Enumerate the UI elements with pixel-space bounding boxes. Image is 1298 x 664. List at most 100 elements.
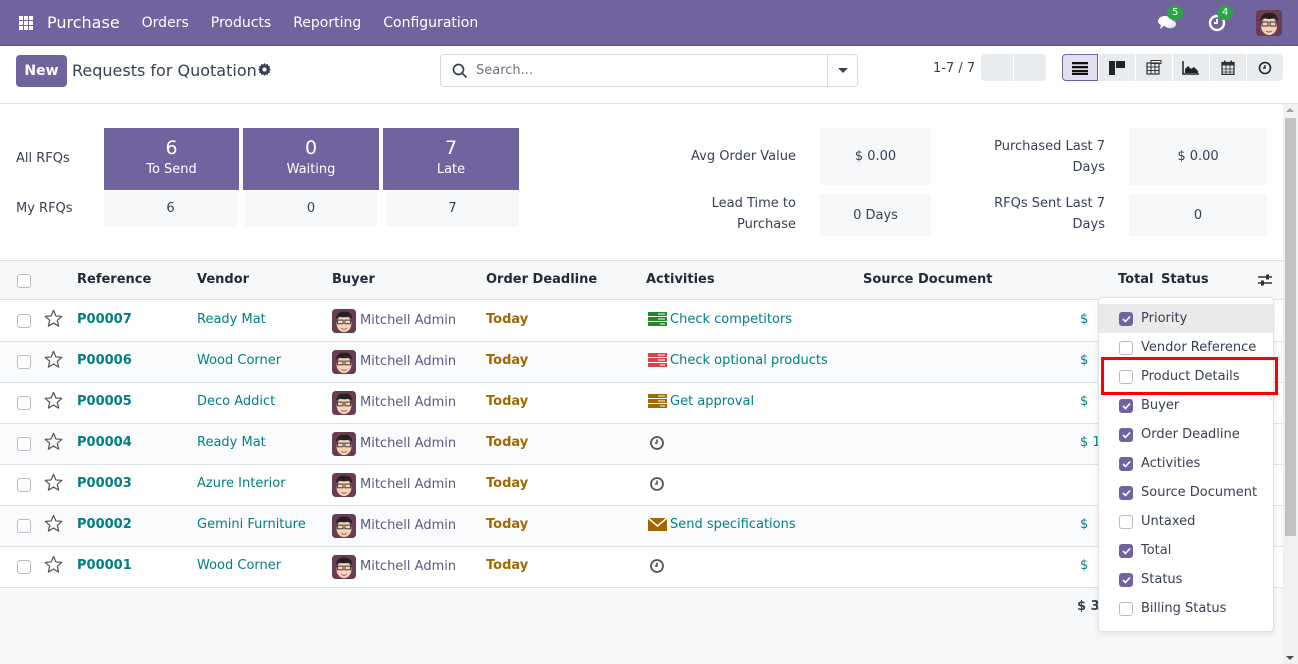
pager-previous-button[interactable] bbox=[981, 54, 1013, 81]
table-row[interactable]: P00004 Ready Mat Mitchell Admin Today $ 1 bbox=[0, 424, 1283, 465]
todo-icon[interactable] bbox=[648, 353, 667, 368]
column-checkbox[interactable] bbox=[1119, 572, 1133, 587]
row-checkbox[interactable] bbox=[17, 314, 31, 328]
buyer[interactable]: Mitchell Admin bbox=[360, 559, 456, 574]
tile-late[interactable]: 7 Late bbox=[383, 128, 519, 190]
column-option-billing-status[interactable]: Billing Status bbox=[1099, 594, 1273, 623]
todo-icon[interactable] bbox=[648, 312, 667, 327]
view-kanban-button[interactable] bbox=[1099, 54, 1135, 81]
column-checkbox[interactable] bbox=[1119, 514, 1133, 529]
view-pivot-button[interactable] bbox=[1136, 54, 1172, 81]
row-checkbox[interactable] bbox=[17, 396, 31, 410]
app-brand[interactable]: Purchase bbox=[47, 13, 120, 32]
column-checkbox[interactable] bbox=[1119, 601, 1133, 616]
reference[interactable]: P00005 bbox=[77, 394, 132, 409]
column-option-total[interactable]: Total bbox=[1099, 536, 1273, 565]
reference[interactable]: P00006 bbox=[77, 353, 132, 368]
table-row[interactable]: P00003 Azure Interior Mitchell Admin Today bbox=[0, 465, 1283, 506]
table-row[interactable]: P00005 Deco Addict Mitchell Admin Today Get … bbox=[0, 383, 1283, 424]
star-icon[interactable] bbox=[44, 473, 63, 492]
column-option-activities[interactable]: Activities bbox=[1099, 449, 1273, 478]
clock-icon[interactable] bbox=[649, 476, 665, 492]
buyer-avatar[interactable] bbox=[332, 473, 356, 497]
activities-button[interactable]: 4 bbox=[1206, 6, 1234, 34]
clock-icon[interactable] bbox=[649, 435, 665, 451]
tile-to-send[interactable]: 6 To Send bbox=[104, 128, 239, 190]
star-icon[interactable] bbox=[44, 309, 63, 328]
buyer-avatar[interactable] bbox=[332, 432, 356, 456]
star-icon[interactable] bbox=[44, 432, 63, 451]
reference[interactable]: P00001 bbox=[77, 558, 132, 573]
buyer-avatar[interactable] bbox=[332, 391, 356, 415]
activity-summary[interactable]: Check competitors bbox=[670, 312, 792, 327]
table-row[interactable]: P00007 Ready Mat Mitchell Admin Today Check … bbox=[0, 301, 1283, 342]
scrollbar-thumb[interactable] bbox=[1285, 118, 1296, 536]
view-graph-button[interactable] bbox=[1173, 54, 1209, 81]
header-reference[interactable]: Reference bbox=[77, 272, 151, 287]
view-activity-button[interactable] bbox=[1247, 54, 1283, 81]
vendor[interactable]: Gemini Furniture bbox=[197, 517, 306, 532]
column-option-buyer[interactable]: Buyer bbox=[1099, 391, 1273, 420]
select-all-checkbox[interactable] bbox=[17, 274, 31, 288]
column-checkbox[interactable] bbox=[1119, 398, 1133, 413]
page-title[interactable]: Requests for Quotation bbox=[72, 61, 257, 80]
table-row[interactable]: P00006 Wood Corner Mitchell Admin Today Chec… bbox=[0, 342, 1283, 383]
todo-icon[interactable] bbox=[648, 394, 667, 409]
buyer[interactable]: Mitchell Admin bbox=[360, 354, 456, 369]
tile-waiting[interactable]: 0 Waiting bbox=[243, 128, 379, 190]
column-checkbox[interactable] bbox=[1119, 543, 1133, 558]
vendor[interactable]: Wood Corner bbox=[197, 558, 281, 573]
row-checkbox[interactable] bbox=[17, 355, 31, 369]
pager-next-button[interactable] bbox=[1014, 54, 1046, 81]
buyer[interactable]: Mitchell Admin bbox=[360, 436, 456, 451]
reference[interactable]: P00003 bbox=[77, 476, 132, 491]
search-input[interactable] bbox=[476, 63, 816, 78]
activity-summary[interactable]: Send specifications bbox=[670, 517, 796, 532]
my-to-send[interactable]: 6 bbox=[104, 191, 237, 227]
view-calendar-button[interactable] bbox=[1210, 54, 1246, 81]
menu-products[interactable]: Products bbox=[211, 15, 271, 31]
pager-value[interactable]: 1-7 / 7 bbox=[933, 61, 975, 76]
star-icon[interactable] bbox=[44, 350, 63, 369]
my-waiting[interactable]: 0 bbox=[245, 191, 377, 227]
column-checkbox[interactable] bbox=[1119, 485, 1133, 500]
buyer[interactable]: Mitchell Admin bbox=[360, 518, 456, 533]
header-vendor[interactable]: Vendor bbox=[197, 272, 249, 287]
column-checkbox[interactable] bbox=[1119, 311, 1133, 326]
user-avatar[interactable] bbox=[1256, 10, 1282, 36]
row-checkbox[interactable] bbox=[17, 437, 31, 451]
column-checkbox[interactable] bbox=[1119, 340, 1133, 355]
vendor[interactable]: Ready Mat bbox=[197, 312, 266, 327]
buyer-avatar[interactable] bbox=[332, 309, 356, 333]
column-checkbox[interactable] bbox=[1119, 427, 1133, 442]
column-option-priority[interactable]: Priority bbox=[1099, 304, 1273, 333]
header-buyer[interactable]: Buyer bbox=[332, 272, 375, 287]
vendor[interactable]: Ready Mat bbox=[197, 435, 266, 450]
header-total[interactable]: Total bbox=[1118, 272, 1154, 287]
vendor[interactable]: Deco Addict bbox=[197, 394, 275, 409]
messages-button[interactable]: 5 bbox=[1156, 6, 1184, 34]
gear-icon[interactable] bbox=[258, 63, 271, 80]
clock-icon[interactable] bbox=[649, 558, 665, 574]
row-checkbox[interactable] bbox=[17, 519, 31, 533]
buyer-avatar[interactable] bbox=[332, 555, 356, 579]
apps-grid-icon[interactable] bbox=[19, 15, 33, 30]
star-icon[interactable] bbox=[44, 391, 63, 410]
buyer[interactable]: Mitchell Admin bbox=[360, 477, 456, 492]
column-option-order-deadline[interactable]: Order Deadline bbox=[1099, 420, 1273, 449]
reference[interactable]: P00004 bbox=[77, 435, 132, 450]
buyer[interactable]: Mitchell Admin bbox=[360, 313, 456, 328]
header-source-document[interactable]: Source Document bbox=[863, 272, 993, 287]
vertical-scrollbar[interactable] bbox=[1283, 104, 1298, 664]
scroll-down-arrow-icon[interactable] bbox=[1286, 656, 1294, 660]
scroll-up-arrow-icon[interactable] bbox=[1286, 108, 1294, 112]
reference[interactable]: P00002 bbox=[77, 517, 132, 532]
activity-summary[interactable]: Get approval bbox=[670, 394, 754, 409]
row-checkbox[interactable] bbox=[17, 560, 31, 574]
view-list-button[interactable] bbox=[1062, 54, 1098, 81]
table-row[interactable]: P00002 Gemini Furniture Mitchell Admin Toda… bbox=[0, 506, 1283, 547]
row-checkbox[interactable] bbox=[17, 478, 31, 492]
column-option-source-document[interactable]: Source Document bbox=[1099, 478, 1273, 507]
column-option-status[interactable]: Status bbox=[1099, 565, 1273, 594]
search-options-toggle[interactable] bbox=[827, 55, 857, 86]
